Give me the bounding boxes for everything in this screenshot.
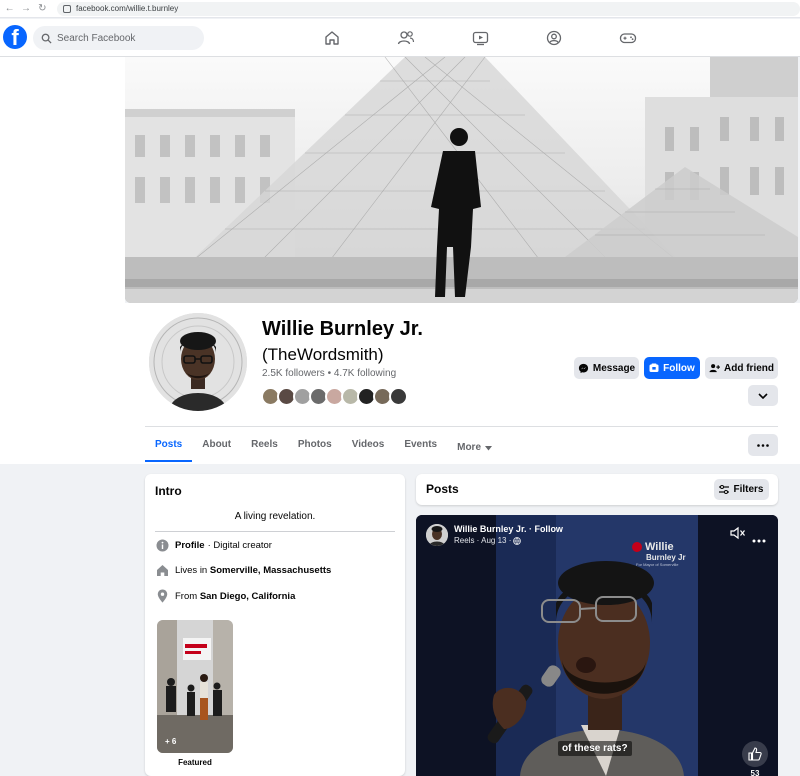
intro-profile-label: Profile (175, 539, 205, 551)
top-nav: f (0, 19, 800, 57)
chevron-down-icon (758, 392, 768, 399)
intro-profile-value: · Digital creator (207, 539, 272, 551)
more-icon (757, 443, 769, 447)
profile-tabs: Posts About Reels Photos Videos Events M… (145, 432, 502, 464)
reel-author-avatar-image (426, 524, 448, 546)
watermark-line1: Willie (645, 541, 674, 553)
intro-title: Intro (155, 484, 182, 498)
reload-icon[interactable]: ↻ (36, 3, 49, 14)
tab-about[interactable]: About (192, 432, 241, 464)
add-friend-button[interactable]: Add friend (705, 357, 778, 379)
reel-meta-text: Reels · Aug 13 · (454, 536, 512, 545)
featured-label: Featured (178, 758, 212, 767)
friend-avatar[interactable] (389, 387, 408, 406)
url-text: facebook.com/willie.t.burnley (75, 4, 179, 13)
profile-name: Willie Burnley Jr. (262, 318, 423, 340)
tab-videos[interactable]: Videos (342, 432, 395, 464)
caret-down-icon (485, 445, 493, 450)
search-box[interactable] (33, 26, 204, 50)
tab-more-label: More (457, 442, 482, 453)
intro-from-prefix: From (175, 590, 200, 602)
globe-icon (513, 536, 522, 545)
message-label: Message (592, 362, 636, 374)
intro-lives-row: Lives in Somerville, Massachusetts (155, 563, 331, 577)
home-icon[interactable] (295, 26, 369, 50)
featured-count: + 6 (165, 737, 177, 746)
left-margin (0, 57, 125, 464)
home-icon (155, 563, 169, 577)
intro-from-city[interactable]: San Diego, California (200, 591, 296, 602)
messenger-icon (578, 363, 588, 373)
tab-events[interactable]: Events (394, 432, 447, 464)
like-button[interactable] (742, 741, 768, 767)
tab-reels[interactable]: Reels (241, 432, 288, 464)
watermark-line3: For Mayor of Somerville (636, 562, 679, 567)
filters-icon (719, 485, 730, 494)
tab-posts[interactable]: Posts (145, 432, 193, 464)
like-count: 53 (750, 769, 760, 776)
intro-from-row: From San Diego, California (155, 589, 295, 603)
filters-label: Filters (733, 484, 764, 495)
mute-icon[interactable] (730, 526, 746, 540)
posts-title: Posts (426, 482, 459, 496)
intro-card: Intro A living revelation. Profile · Dig… (145, 474, 405, 776)
watermark-line2: Burnley Jr (646, 553, 686, 562)
search-icon (41, 33, 52, 44)
profile-nav-icon[interactable] (517, 26, 591, 50)
reel-author-avatar[interactable] (426, 524, 448, 546)
gaming-icon[interactable] (591, 26, 665, 50)
tab-more[interactable]: More (447, 432, 502, 464)
message-button[interactable]: Message (574, 357, 639, 379)
reel-video (416, 515, 778, 776)
more-actions-button[interactable] (748, 385, 778, 406)
like-icon (748, 747, 762, 761)
avatar-image (149, 313, 247, 411)
intro-lives-city[interactable]: Somerville, Massachusetts (210, 565, 331, 576)
profile-divider (145, 426, 778, 427)
follow-button[interactable]: Follow (644, 357, 700, 379)
mutual-friends[interactable] (261, 387, 408, 406)
reel-options-icon[interactable] (752, 530, 766, 543)
tab-photos[interactable]: Photos (288, 432, 342, 464)
watermark-logo-icon (632, 542, 642, 552)
filters-button[interactable]: Filters (714, 479, 769, 500)
search-input[interactable] (57, 32, 197, 44)
intro-bio: A living revelation. (234, 511, 316, 522)
profile-alternate-name: (TheWordsmith) (262, 345, 384, 364)
follow-icon (649, 363, 659, 372)
cover-photo[interactable] (125, 57, 798, 303)
browser-bar: ← → ↻ facebook.com/willie.t.burnley (0, 0, 800, 18)
profile-avatar[interactable] (146, 310, 250, 414)
video-icon[interactable] (443, 26, 517, 50)
add-friend-label: Add friend (724, 362, 774, 374)
intro-lives-prefix: Lives in (175, 564, 210, 576)
intro-divider (155, 531, 395, 532)
campaign-watermark: Willie Burnley Jr For Mayor of Somervill… (632, 541, 704, 567)
reel-author[interactable]: Willie Burnley Jr. · Follow (454, 524, 563, 534)
posts-header-card: Posts Filters (416, 474, 778, 505)
cover-image (125, 57, 798, 303)
featured-image (157, 620, 233, 753)
intro-profile-row: Profile · Digital creator (155, 538, 272, 552)
follow-stats[interactable]: 2.5K followers • 4.7K following (262, 368, 396, 379)
featured-story[interactable]: + 6 (157, 620, 233, 753)
facebook-logo[interactable]: f (3, 25, 27, 49)
reel-caption: of these rats? (558, 741, 632, 756)
friends-icon[interactable] (369, 26, 443, 50)
back-icon[interactable]: ← (3, 3, 16, 14)
info-icon (155, 538, 169, 552)
tabs-overflow-button[interactable] (748, 434, 778, 456)
location-pin-icon (155, 589, 169, 603)
reel-meta: Reels · Aug 13 · (454, 536, 522, 545)
add-friend-icon (709, 364, 720, 373)
follow-label: Follow (663, 362, 695, 374)
forward-icon[interactable]: → (19, 3, 32, 14)
address-bar[interactable]: facebook.com/willie.t.burnley (56, 1, 800, 16)
site-info-icon[interactable] (62, 4, 71, 13)
reel-post[interactable]: Willie Burnley Jr. · Follow Reels · Aug … (416, 515, 778, 776)
